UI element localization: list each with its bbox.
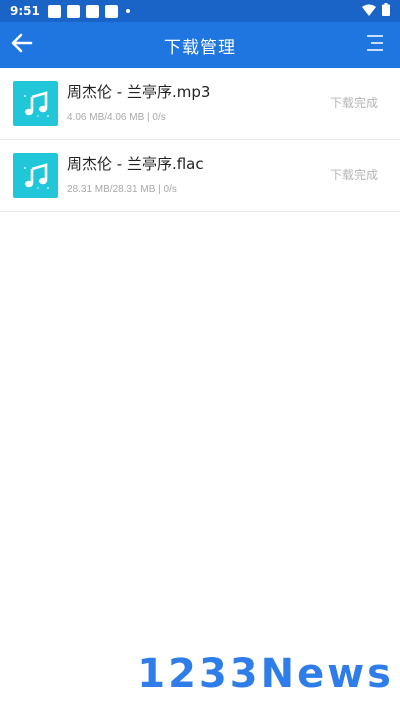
download-status: 下载完成 xyxy=(329,168,378,182)
menu-icon xyxy=(366,34,384,56)
file-progress: 4.06 MB/4.06 MB | 0/s xyxy=(67,112,166,123)
notification-icon xyxy=(66,4,80,18)
file-progress: 28.31 MB/28.31 MB | 0/s xyxy=(67,184,177,195)
status-time: 9:51 xyxy=(10,4,40,18)
back-button[interactable] xyxy=(10,33,34,57)
more-notifications-dot xyxy=(125,9,130,13)
battery-icon xyxy=(382,3,390,19)
notification-icon xyxy=(47,4,61,18)
app-bar: 下载管理 xyxy=(0,22,400,68)
page-title: 下载管理 xyxy=(164,37,236,58)
music-note-icon xyxy=(13,81,58,126)
download-status: 下载完成 xyxy=(329,96,378,110)
file-name: 周杰伦 - 兰亭序.flac xyxy=(67,155,204,173)
arrow-left-icon xyxy=(11,33,33,57)
menu-button[interactable] xyxy=(363,33,387,57)
status-bar: 9:51 xyxy=(0,0,400,22)
download-item[interactable]: 周杰伦 - 兰亭序.mp3 4.06 MB/4.06 MB | 0/s 下载完成 xyxy=(0,68,400,140)
download-item[interactable]: 周杰伦 - 兰亭序.flac 28.31 MB/28.31 MB | 0/s 下… xyxy=(0,140,400,212)
notification-icon xyxy=(85,4,99,18)
file-name: 周杰伦 - 兰亭序.mp3 xyxy=(67,83,211,101)
music-note-icon xyxy=(13,153,58,198)
watermark-logo: 1233News xyxy=(137,651,394,697)
wifi-icon xyxy=(362,4,376,19)
download-list: 周杰伦 - 兰亭序.mp3 4.06 MB/4.06 MB | 0/s 下载完成… xyxy=(0,68,400,212)
notification-icon xyxy=(104,4,118,18)
